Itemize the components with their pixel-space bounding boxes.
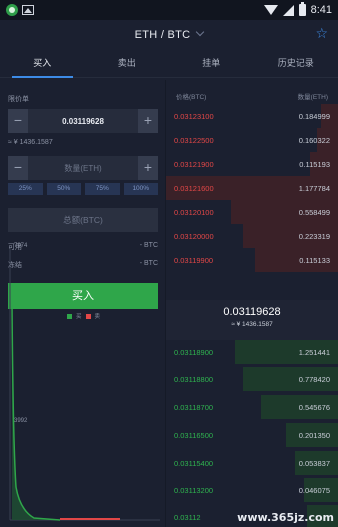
rmb-equivalent: ≈ ¥ 1436.1587: [8, 139, 53, 146]
pair-title: ETH / BTC: [134, 29, 191, 41]
status-time: 8:41: [310, 4, 332, 16]
bid-price: 0.03118700: [174, 402, 214, 412]
bid-price: 0.03118800: [174, 374, 214, 384]
bid-price: 0.03113200: [174, 485, 214, 495]
last-price: 0.03119628: [223, 306, 281, 318]
ask-row[interactable]: 0.03121600 1.177784: [166, 176, 338, 200]
bid-qty: 0.046075: [298, 485, 330, 495]
wifi-icon: [263, 5, 278, 15]
signal-icon: [282, 4, 294, 16]
ask-price: 0.03119900: [174, 255, 214, 265]
order-type-label: 限价单: [8, 96, 29, 103]
bid-price: 0.03116500: [174, 430, 214, 440]
ask-row[interactable]: 0.03120100 0.558499: [166, 200, 338, 224]
ask-price: 0.03120000: [174, 231, 214, 241]
amount-input[interactable]: 数量(ETH): [28, 163, 138, 174]
ask-row[interactable]: 0.03120000 0.223319: [166, 224, 338, 248]
ask-price: 0.03121900: [174, 159, 214, 169]
ask-row[interactable]: 0.03123100 0.184999: [166, 104, 338, 128]
ask-row[interactable]: 0.03122500 0.160322: [166, 128, 338, 152]
percent-50-button[interactable]: 50%: [46, 183, 81, 195]
tab-sell[interactable]: 卖出: [85, 52, 170, 77]
price-input[interactable]: 0.03119628: [28, 117, 138, 126]
bid-row[interactable]: 0.03118800 0.778420: [166, 367, 338, 391]
ask-qty: 0.558499: [298, 207, 330, 217]
amount-stepper: − 数量(ETH) +: [8, 156, 158, 180]
title-bar: ETH / BTC ☆: [0, 20, 338, 50]
depth-chart: 7974 3992: [0, 242, 165, 527]
price-column-header: 价格(BTC): [176, 94, 207, 101]
ask-price: 0.03120100: [174, 207, 214, 217]
ask-qty: 1.177784: [298, 183, 330, 193]
ask-qty: 0.160322: [298, 135, 330, 145]
ask-price: 0.03123100: [174, 111, 214, 121]
depth-curve-svg: [9, 248, 160, 521]
last-price-rmb: ≈ ¥ 1436.1587: [231, 321, 273, 328]
bid-row[interactable]: 0.03113200 0.046075: [166, 478, 338, 502]
amount-decrease-button[interactable]: −: [8, 156, 28, 180]
bid-qty: 0.545676: [298, 402, 330, 412]
percent-75-button[interactable]: 75%: [85, 183, 120, 195]
price-increase-button[interactable]: +: [138, 109, 158, 133]
ask-qty: 0.115193: [299, 159, 330, 169]
bid-row[interactable]: 0.03115400 0.053837: [166, 451, 338, 475]
total-field[interactable]: 总额(BTC): [8, 208, 158, 232]
amount-increase-button[interactable]: +: [138, 156, 158, 180]
price-stepper: − 0.03119628 +: [8, 109, 158, 133]
bid-qty: 0.053837: [298, 458, 330, 468]
status-bar: 8:41: [0, 0, 338, 20]
bid-depth-area: [12, 302, 60, 520]
bid-qty: 0.778420: [298, 374, 330, 384]
tab-buy[interactable]: 买入: [0, 52, 85, 78]
tab-open-orders[interactable]: 挂单: [169, 52, 254, 77]
ask-row[interactable]: 0.03119900 0.115133: [166, 248, 338, 272]
depth-y-top: 7974: [14, 243, 28, 249]
depth-y-mid: 3992: [14, 418, 28, 424]
pair-selector[interactable]: ETH / BTC: [134, 27, 205, 41]
bid-row[interactable]: 0.03116500 0.201350: [166, 423, 338, 447]
bid-qty: 0.201350: [298, 430, 330, 440]
bid-price: 0.03118900: [174, 347, 214, 357]
price-decrease-button[interactable]: −: [8, 109, 28, 133]
percent-buttons: 25% 50% 75% 100%: [8, 183, 158, 195]
order-book-header: 价格(BTC) 数量(ETH): [166, 91, 338, 101]
star-icon[interactable]: ☆: [315, 26, 328, 40]
tab-history[interactable]: 历史记录: [254, 52, 338, 77]
ask-price: 0.03121600: [174, 183, 214, 193]
ask-qty: 0.223319: [298, 231, 330, 241]
percent-100-button[interactable]: 100%: [123, 183, 158, 195]
bid-price: 0.03112: [174, 512, 201, 522]
ask-qty: 0.184999: [298, 111, 330, 121]
bid-qty: 1.251441: [298, 347, 330, 357]
percent-25-button[interactable]: 25%: [8, 183, 43, 195]
ask-depth-line: [60, 518, 120, 520]
watermark: www.365jz.com: [237, 511, 334, 524]
trade-tabs: 买入 卖出 挂单 历史记录: [0, 52, 338, 78]
bid-row[interactable]: 0.03118700 0.545676: [166, 395, 338, 419]
ask-row[interactable]: 0.03121900 0.115193: [166, 152, 338, 176]
battery-icon: [298, 2, 306, 16]
bid-price: 0.03115400: [174, 458, 214, 468]
image-notification-icon: [22, 5, 34, 15]
bid-depth-line: [11, 301, 61, 521]
ask-qty: 0.115133: [299, 255, 330, 265]
bid-row[interactable]: 0.03118900 1.251441: [166, 340, 338, 364]
chevron-down-icon: [196, 27, 205, 37]
last-price-box: 0.03119628 ≈ ¥ 1436.1587: [166, 300, 338, 340]
ask-price: 0.03122500: [174, 135, 214, 145]
app-notification-icon: [6, 4, 18, 16]
qty-column-header: 数量(ETH): [297, 94, 328, 101]
